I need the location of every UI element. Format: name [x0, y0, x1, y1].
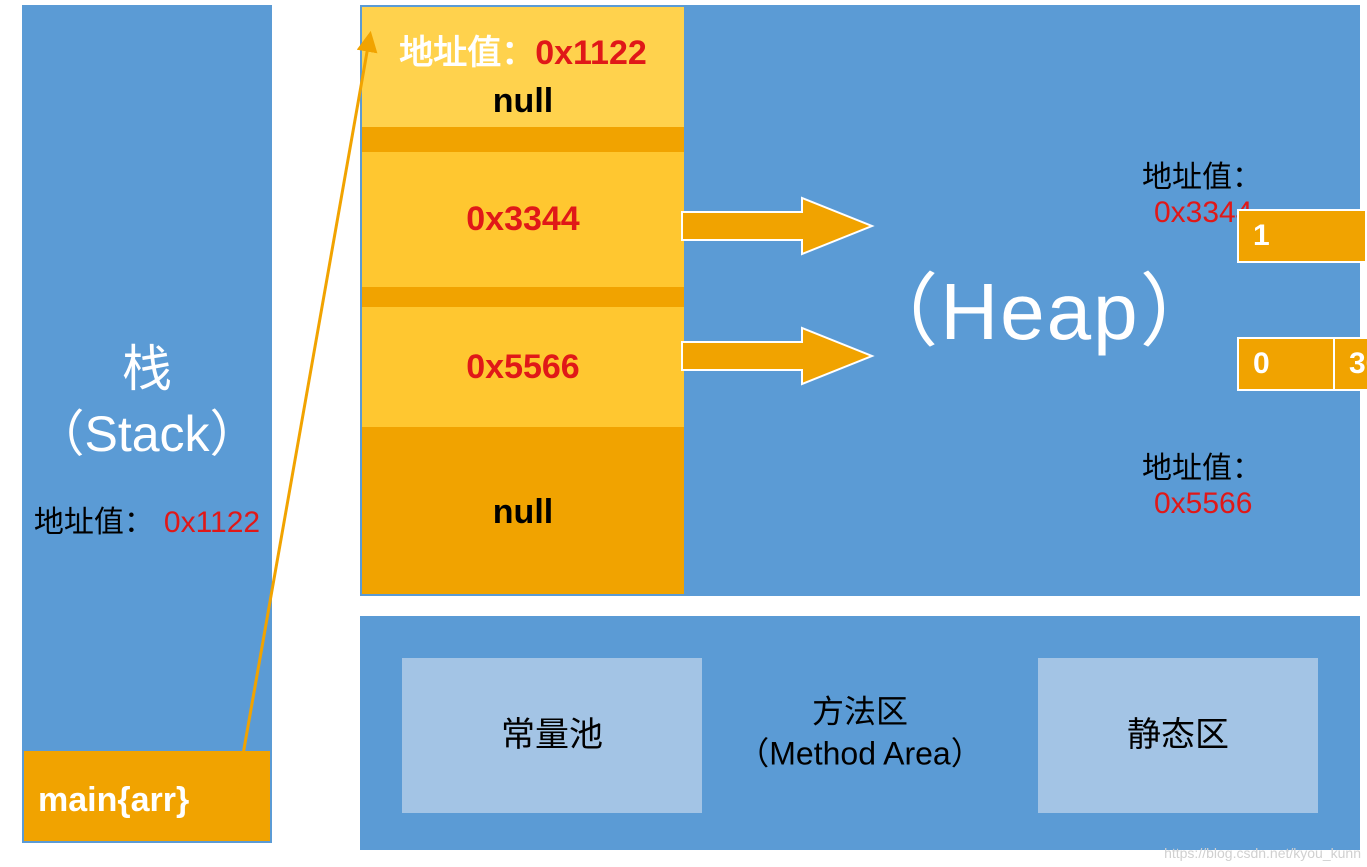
stack-panel: 栈 （Stack） 地址值： 0x1122 main{arr}	[22, 5, 272, 843]
method-area-panel: 常量池 方法区 （Method Area） 静态区	[360, 616, 1360, 850]
heap-arr-null-0: null	[362, 82, 684, 121]
heap-arr-slot-2: 0x5566	[362, 307, 684, 427]
heap-arr-slot-1: 0x3344	[362, 152, 684, 287]
heap-array-1: 1 2 3	[1237, 209, 1367, 263]
method-area-title-cn: 方法区	[812, 693, 908, 729]
stack-main-frame: main{arr}	[24, 751, 270, 841]
heap-addr-2-value: 0x5566	[1154, 487, 1252, 520]
stack-address: 地址值： 0x1122	[24, 497, 270, 541]
heap-array-2: 0 30 0 0	[1237, 337, 1367, 391]
heap-arr-block: 地址值：0x1122 null 0x3344 0x5566 null	[362, 7, 684, 594]
method-area-title-en: （Method Area）	[737, 735, 982, 771]
stack-main-label: main{arr}	[38, 781, 189, 819]
const-pool-box: 常量池	[402, 658, 702, 813]
heap-panel: 地址值：0x1122 null 0x3344 0x5566 null （Heap…	[360, 5, 1360, 596]
heap-addr-1-label: 地址值：	[1142, 161, 1262, 194]
heap-arr-header: 地址值：0x1122 null	[362, 7, 684, 127]
heap-arr-null-3: null	[362, 447, 684, 594]
heap-arr-addr-value: 0x1122	[535, 34, 647, 72]
stack-title-en: （Stack）	[34, 406, 259, 462]
stack-addr-label: 地址值：	[34, 506, 154, 539]
stack-title-cn: 栈	[122, 341, 172, 397]
stack-addr-value: 0x1122	[164, 506, 260, 539]
stack-title: 栈 （Stack）	[24, 337, 270, 467]
heap-addr-2: 地址值：0x5566	[1142, 443, 1358, 521]
heap-arr-addr-label: 地址值：	[399, 34, 535, 72]
watermark: https://blog.csdn.net/kyou_kunn	[1164, 845, 1361, 861]
static-area-box: 静态区	[1038, 658, 1318, 813]
array2-cell-0: 0	[1239, 339, 1335, 389]
array1-cell-0: 1	[1239, 211, 1367, 261]
heap-addr-2-label: 地址值：	[1142, 452, 1262, 485]
method-area-label: 方法区 （Method Area）	[737, 691, 982, 774]
array2-cell-1: 30	[1335, 339, 1367, 389]
